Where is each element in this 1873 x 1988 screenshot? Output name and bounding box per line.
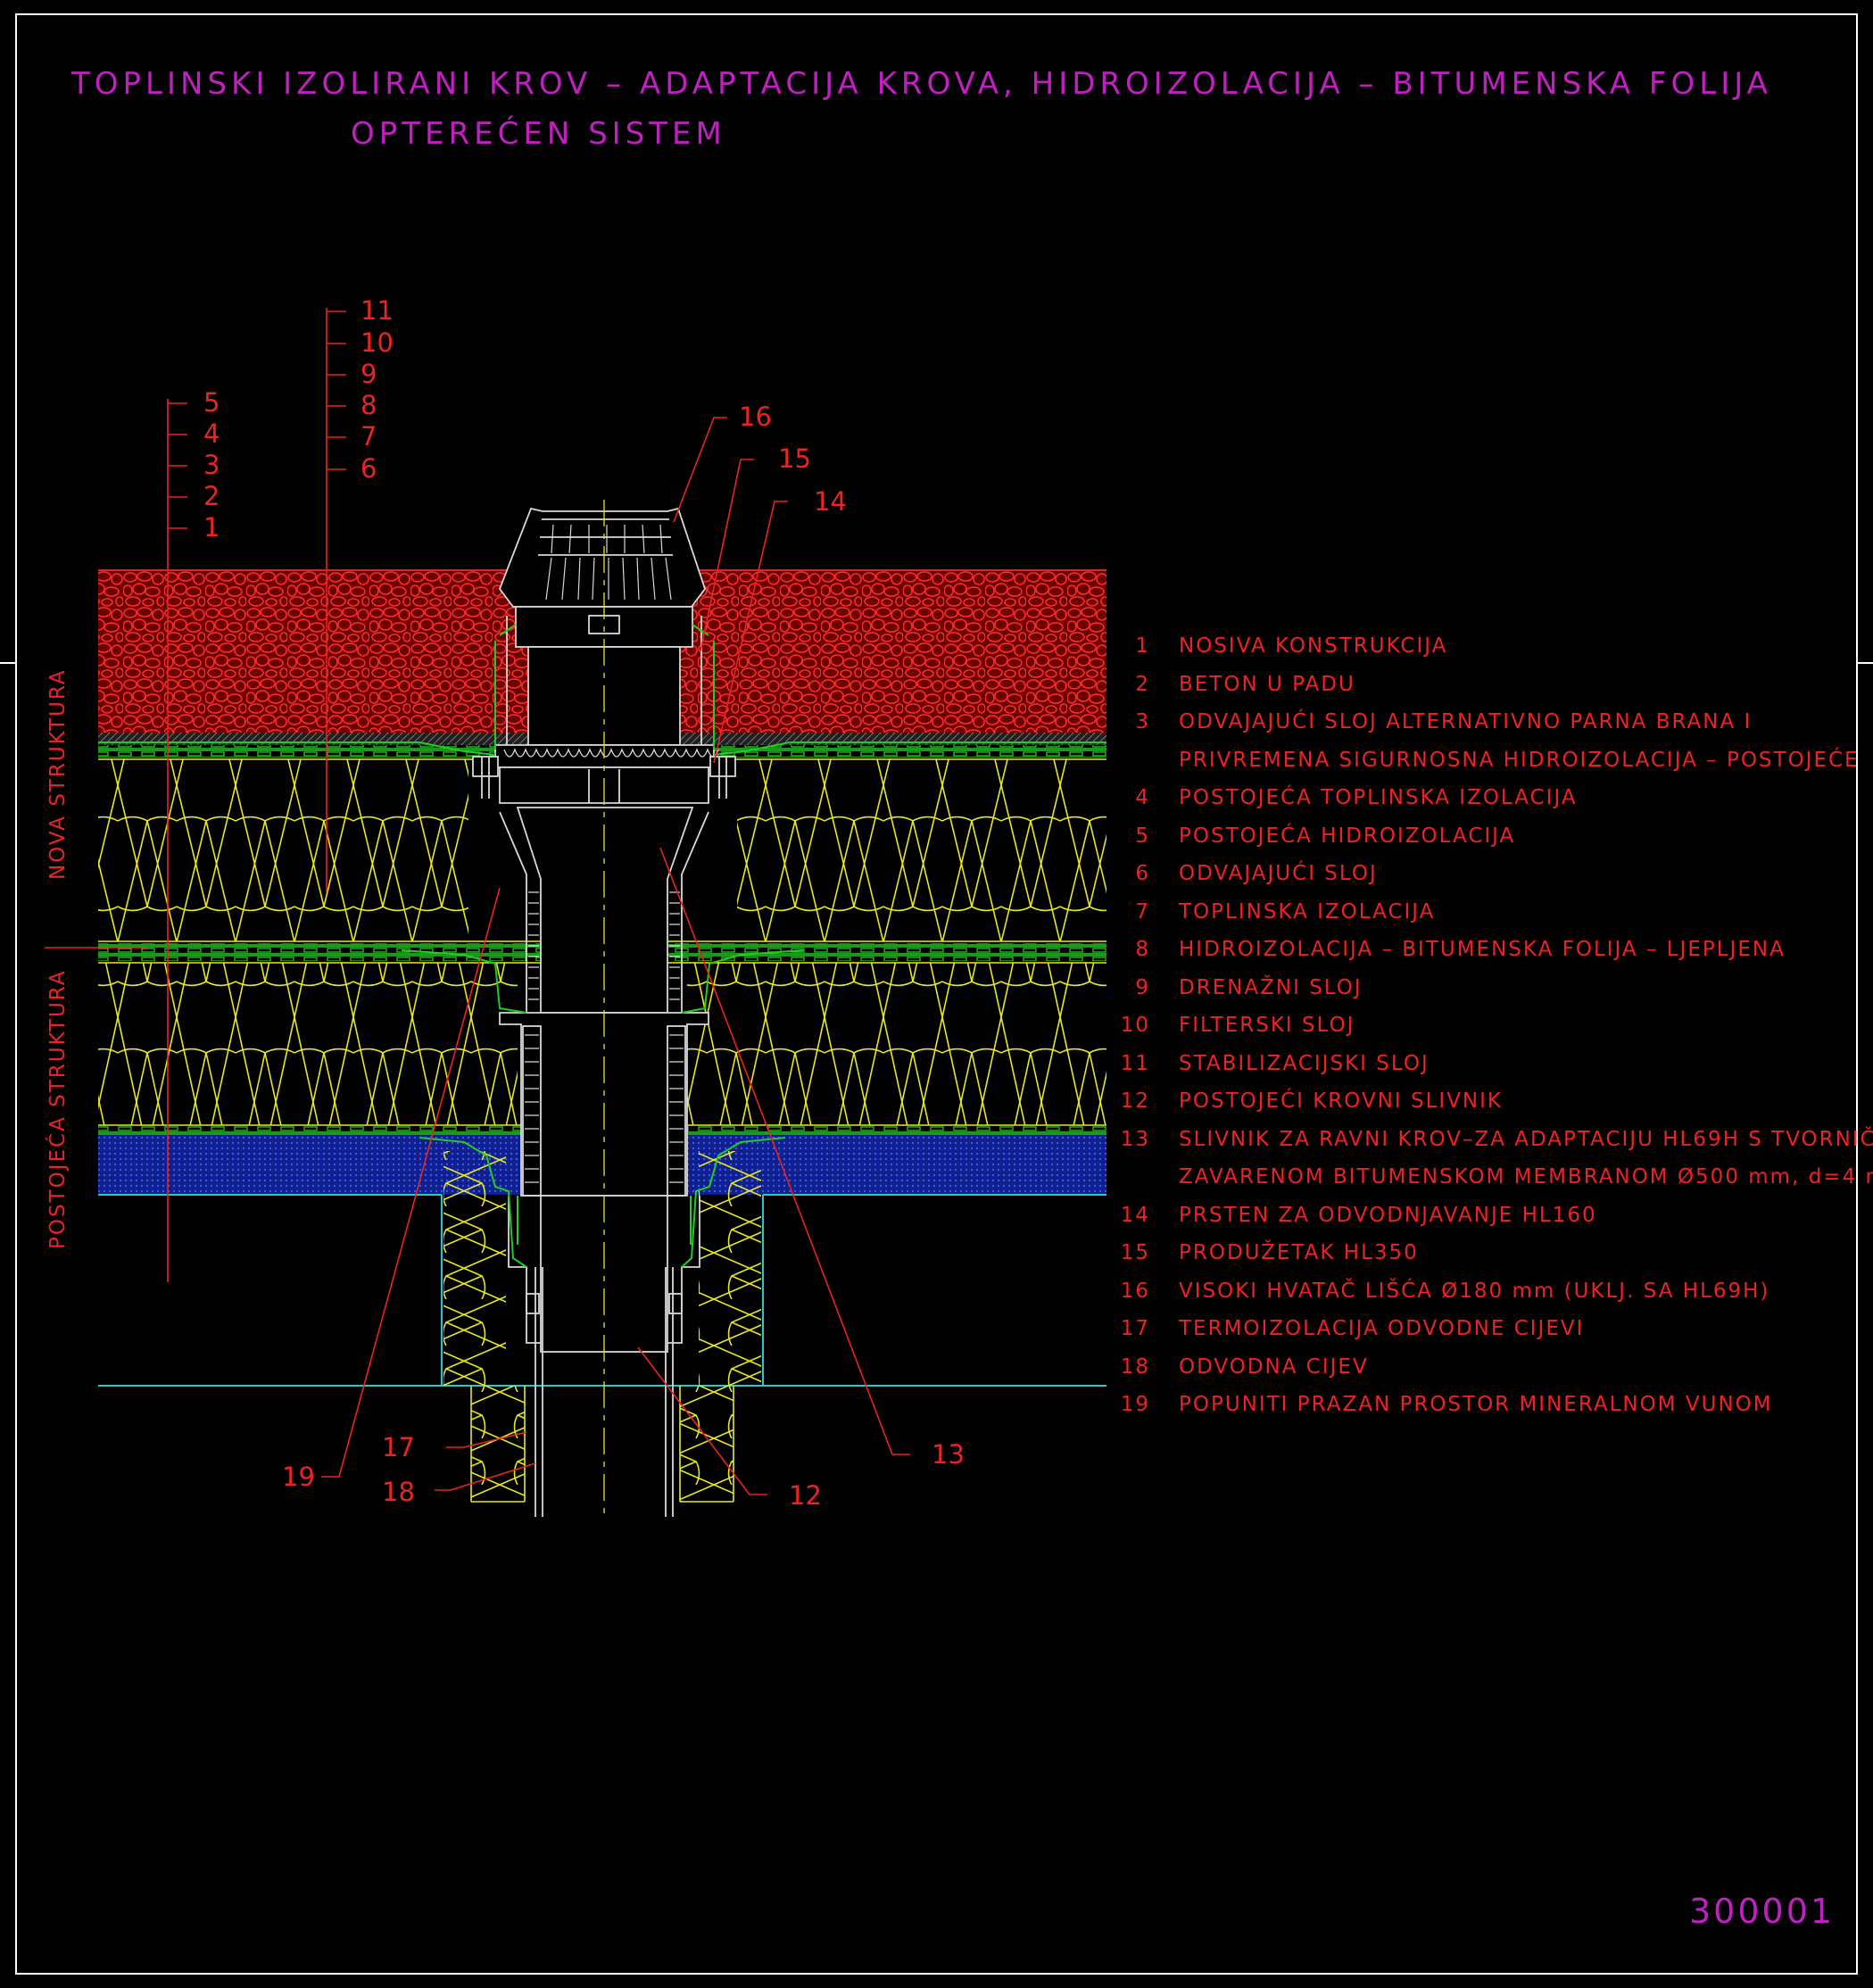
legend-text: PRODUŽETAK HL350 bbox=[1179, 1241, 1419, 1264]
legend-item: 17 TERMOIZOLACIJA ODVODNE CIJEVI bbox=[1120, 1310, 1861, 1348]
legend-text-continued: PRIVREMENA SIGURNOSNA HIDROIZOLACIJA – P… bbox=[1179, 748, 1860, 772]
side-label-existing-structure: POSTOJEĆA STRUKTURA bbox=[46, 969, 70, 1249]
legend-number: 15 bbox=[1120, 1241, 1150, 1264]
legend-text: TERMOIZOLACIJA ODVODNE CIJEVI bbox=[1179, 1317, 1585, 1340]
callout-14: 14 bbox=[814, 486, 847, 517]
legend-number: 2 bbox=[1135, 672, 1150, 696]
legend-item: 13 SLIVNIK ZA RAVNI KROV–ZA ADAPTACIJU HL… bbox=[1120, 1121, 1873, 1197]
callout-6: 6 bbox=[361, 453, 377, 484]
callout-11: 11 bbox=[361, 295, 394, 326]
callout-5: 5 bbox=[203, 387, 220, 418]
legend-item: 9 DRENAŽNI SLOJ bbox=[1120, 969, 1861, 1007]
callout-17: 17 bbox=[382, 1432, 415, 1462]
callout-10: 10 bbox=[361, 327, 394, 358]
drawing-number: 300001 bbox=[1689, 1892, 1836, 1931]
callout-4: 4 bbox=[203, 418, 220, 449]
legend-item: 5 POSTOJEĆA HIDROIZOLACIJA bbox=[1120, 817, 1861, 856]
legend-item: 12 POSTOJEĆI KROVNI SLIVNIK bbox=[1120, 1082, 1861, 1121]
side-label-new-structure: NOVA STRUKTURA bbox=[46, 668, 70, 880]
legend-text: TOPLINSKA IZOLACIJA bbox=[1179, 899, 1436, 924]
legend-number: 7 bbox=[1135, 899, 1150, 924]
legend-text: ODVAJAJUĆI SLOJ ALTERNATIVNO PARNA BRANA… bbox=[1179, 710, 1753, 733]
legend-item: 15 PRODUŽETAK HL350 bbox=[1120, 1234, 1861, 1272]
callout-1: 1 bbox=[203, 512, 220, 543]
legend-item: 3 ODVAJAJUĆI SLOJ ALTERNATIVNO PARNA BRAN… bbox=[1120, 703, 1861, 779]
legend-text-continued: ZAVARENOM BITUMENSKOM MEMBRANOM Ø500 mm,… bbox=[1179, 1165, 1873, 1189]
callout-18: 18 bbox=[382, 1477, 415, 1507]
legend-text: DRENAŽNI SLOJ bbox=[1179, 975, 1363, 999]
legend-number: 14 bbox=[1120, 1203, 1150, 1227]
legend-number: 11 bbox=[1120, 1051, 1150, 1075]
legend-number: 5 bbox=[1135, 824, 1150, 848]
legend-number: 3 bbox=[1135, 710, 1150, 733]
legend-number: 6 bbox=[1135, 862, 1150, 885]
pipe-insulation-lower-right bbox=[680, 1386, 733, 1502]
legend-text: POSTOJEĆI KROVNI SLIVNIK bbox=[1179, 1089, 1503, 1113]
legend-number: 1 bbox=[1135, 634, 1150, 658]
legend-item: 2 BETON U PADU bbox=[1120, 666, 1861, 704]
callout-7: 7 bbox=[361, 421, 377, 451]
legend-number: 19 bbox=[1120, 1393, 1150, 1416]
legend-item: 16 VISOKI HVATAČ LIŠĆA Ø180 mm (UKLJ. SA … bbox=[1120, 1272, 1861, 1311]
legend-text: ODVODNA CIJEV bbox=[1179, 1354, 1369, 1379]
legend-text: VISOKI HVATAČ LIŠĆA Ø180 mm (UKLJ. SA HL… bbox=[1179, 1279, 1770, 1303]
legend-text: BETON U PADU bbox=[1179, 672, 1355, 696]
callout-8: 8 bbox=[361, 390, 377, 420]
callout-19: 19 bbox=[282, 1462, 315, 1492]
title-line-1: TOPLINSKI IZOLIRANI KROV – ADAPTACIJA KR… bbox=[71, 66, 1772, 102]
legend-item: 14 PRSTEN ZA ODVODNJAVANJE HL160 bbox=[1120, 1197, 1861, 1235]
legend-text: ODVAJAJUĆI SLOJ bbox=[1179, 862, 1378, 885]
legend-item: 8 HIDROIZOLACIJA – BITUMENSKA FOLIJA – LJ… bbox=[1120, 931, 1861, 969]
existing-insulation-left bbox=[98, 963, 518, 1125]
legend-text: STABILIZACIJSKI SLOJ bbox=[1179, 1051, 1430, 1075]
legend-text: SLIVNIK ZA RAVNI KROV–ZA ADAPTACIJU HL69… bbox=[1179, 1127, 1873, 1151]
legend-text: HIDROIZOLACIJA – BITUMENSKA FOLIJA – LJE… bbox=[1179, 938, 1786, 961]
callout-3: 3 bbox=[203, 450, 220, 480]
callout-2: 2 bbox=[203, 481, 220, 511]
legend-number: 10 bbox=[1120, 1014, 1150, 1037]
legend-text: POSTOJEĆA TOPLINSKA IZOLACIJA bbox=[1179, 786, 1578, 809]
callout-12: 12 bbox=[789, 1480, 822, 1511]
existing-insulation-right bbox=[687, 963, 1106, 1125]
legend-item: 4 POSTOJEĆA TOPLINSKA IZOLACIJA bbox=[1120, 779, 1861, 817]
callout-16: 16 bbox=[739, 402, 772, 432]
legend-text: FILTERSKI SLOJ bbox=[1179, 1014, 1355, 1037]
legend-item: 1 NOSIVA KONSTRUKCIJA bbox=[1120, 627, 1861, 666]
legend-item: 6 ODVAJAJUĆI SLOJ bbox=[1120, 855, 1861, 893]
legend: 1 NOSIVA KONSTRUKCIJA 2 BETON U PADU 3 ODVA… bbox=[1120, 627, 1873, 1424]
legend-text: POSTOJEĆA HIDROIZOLACIJA bbox=[1179, 824, 1516, 848]
callout-9: 9 bbox=[361, 359, 377, 389]
legend-item: 19 POPUNITI PRAZAN PROSTOR MINERALNOM VUN… bbox=[1120, 1386, 1861, 1424]
new-insulation-left bbox=[98, 759, 468, 941]
title-line-2: OPTEREĆEN SISTEM bbox=[351, 116, 726, 152]
legend-item: 18 ODVODNA CIJEV bbox=[1120, 1348, 1861, 1387]
legend-number: 9 bbox=[1135, 975, 1150, 999]
legend-item: 11 STABILIZACIJSKI SLOJ bbox=[1120, 1045, 1861, 1083]
new-insulation-right bbox=[737, 759, 1106, 941]
callout-15: 15 bbox=[778, 443, 811, 474]
legend-number: 13 bbox=[1120, 1127, 1150, 1151]
legend-number: 17 bbox=[1120, 1317, 1150, 1340]
legend-number: 8 bbox=[1135, 938, 1150, 961]
callout-13: 13 bbox=[932, 1439, 965, 1470]
legend-number: 16 bbox=[1120, 1279, 1150, 1303]
legend-number: 12 bbox=[1120, 1089, 1150, 1113]
legend-number: 4 bbox=[1135, 786, 1150, 809]
legend-text: NOSIVA KONSTRUKCIJA bbox=[1179, 634, 1448, 658]
legend-item: 7 TOPLINSKA IZOLACIJA bbox=[1120, 893, 1861, 932]
legend-text: PRSTEN ZA ODVODNJAVANJE HL160 bbox=[1179, 1203, 1597, 1227]
legend-text: POPUNITI PRAZAN PROSTOR MINERALNOM VUNOM bbox=[1179, 1393, 1773, 1416]
legend-number: 18 bbox=[1120, 1354, 1150, 1379]
legend-item: 10 FILTERSKI SLOJ bbox=[1120, 1006, 1861, 1045]
